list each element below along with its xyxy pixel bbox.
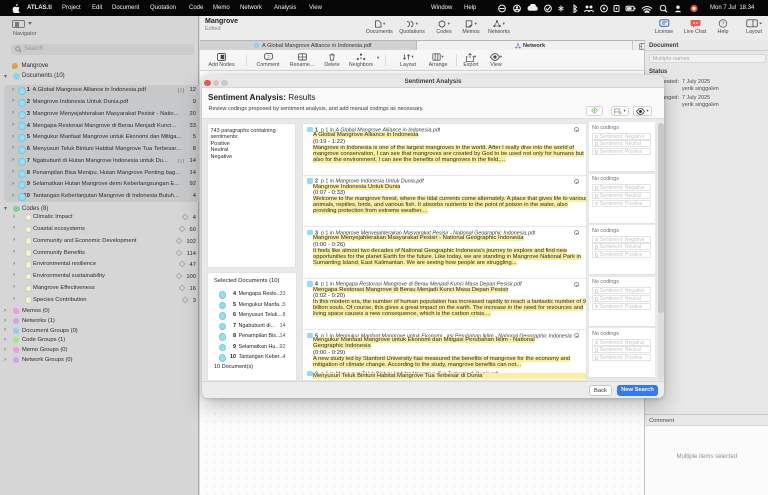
svg-text:?: ? — [721, 22, 724, 28]
svg-text:?: ? — [267, 54, 270, 59]
